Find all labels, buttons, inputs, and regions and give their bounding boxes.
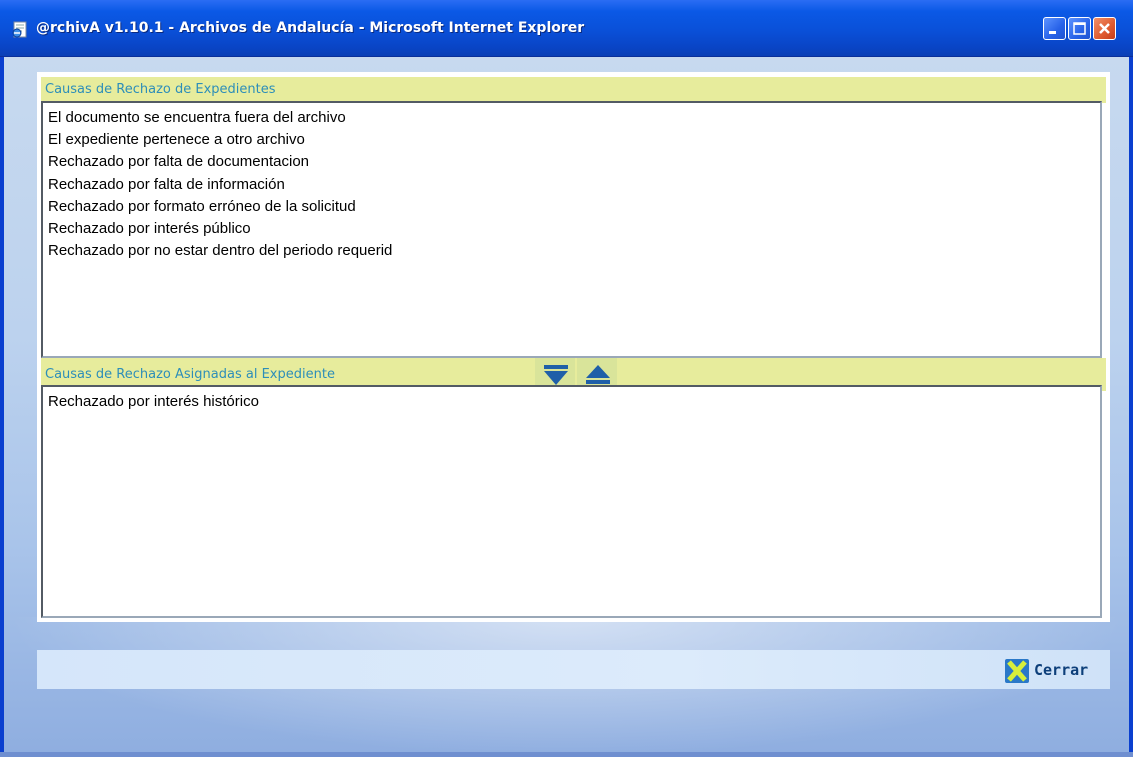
available-causes-header: Causas de Rechazo de Expedientes: [41, 77, 1106, 103]
list-item[interactable]: Rechazado por falta de información: [48, 174, 1100, 196]
list-item[interactable]: El documento se encuentra fuera del arch…: [48, 107, 1100, 129]
close-x-icon: [1099, 23, 1110, 34]
list-item[interactable]: Rechazado por no estar dentro del period…: [48, 240, 1100, 262]
list-item[interactable]: Rechazado por formato erróneo de la soli…: [48, 196, 1100, 218]
close-window-button[interactable]: [1093, 17, 1116, 40]
list-item[interactable]: Rechazado por falta de documentacion: [48, 151, 1100, 173]
available-causes-title: Causas de Rechazo de Expedientes: [45, 82, 276, 97]
available-causes-list[interactable]: El documento se encuentra fuera del arch…: [41, 101, 1102, 358]
title-bar[interactable]: @rchivA v1.10.1 - Archivos de Andalucía …: [0, 0, 1133, 57]
ie-page-icon: [12, 21, 27, 38]
close-icon: [1005, 659, 1029, 683]
maximize-button[interactable]: [1068, 17, 1091, 40]
minimize-button[interactable]: [1043, 17, 1066, 40]
list-item[interactable]: Rechazado por interés público: [48, 218, 1100, 240]
browser-window: @rchivA v1.10.1 - Archivos de Andalucía …: [0, 0, 1133, 757]
maximize-icon: [1073, 22, 1086, 35]
arrow-up-icon: [586, 365, 610, 384]
assigned-causes-list[interactable]: Rechazado por interés histórico: [41, 385, 1102, 618]
window-title: @rchivA v1.10.1 - Archivos de Andalucía …: [36, 20, 585, 36]
footer-bar: Cerrar: [37, 650, 1110, 689]
close-label: Cerrar: [1034, 661, 1089, 679]
minimize-icon: [1049, 31, 1056, 34]
rejection-causes-panel: Causas de Rechazo de Expedientes El docu…: [37, 72, 1110, 622]
arrow-down-icon: [544, 365, 568, 385]
list-item[interactable]: Rechazado por interés histórico: [48, 391, 1100, 413]
close-button[interactable]: Cerrar: [1005, 659, 1105, 683]
assigned-causes-title: Causas de Rechazo Asignadas al Expedient…: [45, 367, 335, 382]
client-area: Causas de Rechazo de Expedientes El docu…: [4, 57, 1129, 757]
list-item[interactable]: El expediente pertenece a otro archivo: [48, 129, 1100, 151]
